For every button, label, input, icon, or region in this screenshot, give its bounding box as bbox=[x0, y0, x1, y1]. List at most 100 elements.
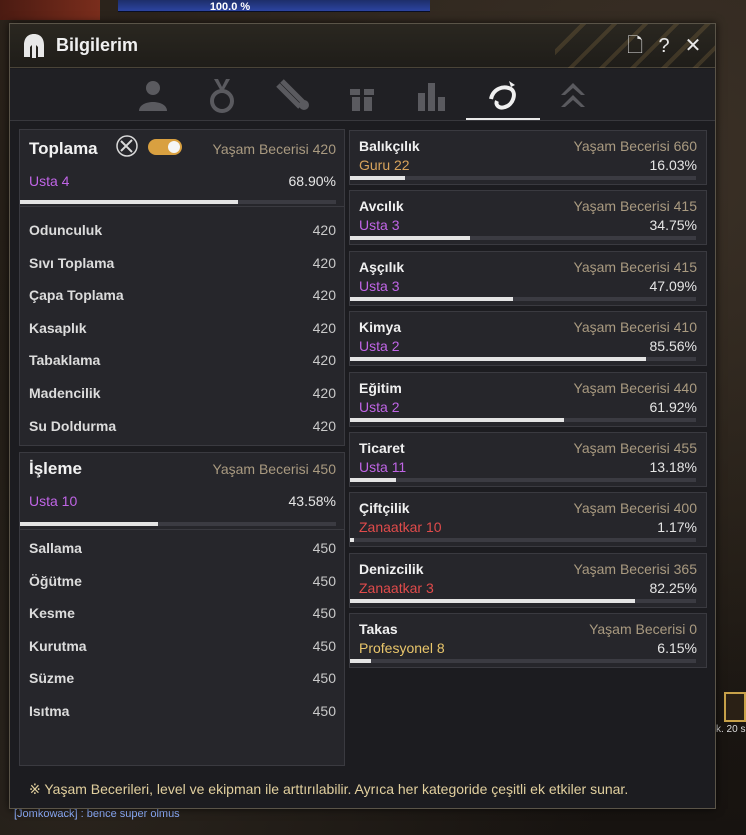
skill-progress-track bbox=[350, 236, 696, 241]
help-button[interactable]: ? bbox=[653, 34, 675, 58]
list-item[interactable]: Su Doldurma 420 bbox=[20, 413, 344, 441]
skill-progress-track bbox=[350, 538, 696, 543]
gathering-toggle[interactable] bbox=[148, 139, 182, 155]
active-tab-indicator bbox=[466, 118, 540, 120]
skill-card[interactable]: Denizcilik Zanaatkar 3 Yaşam Becerisi 365 8… bbox=[349, 552, 707, 608]
window-titlebar[interactable]: Bilgilerim 🗋 ? ✕ bbox=[10, 24, 715, 68]
tab-life-skills[interactable] bbox=[483, 75, 523, 115]
tab-rank[interactable] bbox=[553, 75, 593, 115]
list-item[interactable]: Çapa Toplama 420 bbox=[20, 282, 344, 310]
skill-progress-track bbox=[350, 478, 696, 482]
skill-progress-fill bbox=[350, 478, 396, 482]
skill-name: Çiftçilik bbox=[359, 500, 410, 517]
skill-rank-title: Guru bbox=[359, 157, 391, 173]
skill-progress-track bbox=[350, 296, 696, 301]
gathering-item-value: 420 bbox=[312, 222, 336, 238]
skill-name: Ticaret bbox=[359, 440, 405, 456]
skill-card[interactable]: Takas Profesyonel 8 Yaşam Becerisi 0 6.15% bbox=[349, 613, 707, 669]
list-item[interactable]: Odunculuk 420 bbox=[20, 217, 344, 245]
divider bbox=[20, 529, 344, 530]
close-button[interactable]: ✕ bbox=[682, 34, 704, 58]
skill-rank: Profesyonel 8 bbox=[359, 640, 445, 656]
list-item[interactable]: Isıtma 450 bbox=[20, 698, 344, 726]
list-item[interactable]: Kurutma 450 bbox=[20, 633, 344, 661]
list-item[interactable]: Madencilik 420 bbox=[20, 380, 344, 408]
skill-card[interactable]: Eğitim Usta 2 Yaşam Becerisi 440 61.92% bbox=[349, 371, 707, 427]
skill-progress-track bbox=[350, 598, 696, 603]
skill-rank-number: 10 bbox=[425, 519, 442, 536]
document-icon[interactable]: 🗋 bbox=[624, 34, 646, 58]
tab-scroll[interactable] bbox=[272, 75, 312, 115]
processing-item-value: 450 bbox=[312, 540, 336, 556]
skill-card[interactable]: Kimya Usta 2 Yaşam Becerisi 410 85.56% bbox=[349, 311, 707, 367]
skill-level-label: Yaşam Becerisi 365 bbox=[573, 560, 697, 577]
skill-percent: 82.25% bbox=[649, 579, 697, 596]
list-item[interactable]: Tabaklama 420 bbox=[20, 347, 344, 375]
skill-level-label: Yaşam Becerisi 410 bbox=[573, 319, 697, 336]
skill-rank-number: 3 bbox=[391, 217, 400, 234]
skill-level-label: Yaşam Becerisi 455 bbox=[573, 440, 697, 456]
tab-stats[interactable] bbox=[412, 75, 452, 115]
skill-progress-fill bbox=[350, 538, 355, 543]
my-info-window: Bilgilerim 🗋 ? ✕ Toplama Yaşam Becerisi … bbox=[9, 23, 716, 809]
skill-progress-track bbox=[350, 357, 696, 362]
chat-line: [Jomkowack] : bence super olmus bbox=[14, 808, 180, 820]
skill-percent: 1.17% bbox=[657, 519, 697, 536]
skill-rank: Usta 3 bbox=[359, 217, 399, 233]
gathering-title: Toplama bbox=[29, 139, 98, 158]
skill-level-label: Yaşam Becerisi 440 bbox=[573, 379, 697, 396]
skill-percent: 16.03% bbox=[649, 157, 697, 173]
processing-item-value: 450 bbox=[312, 572, 336, 589]
list-item[interactable]: Kasaplık 420 bbox=[20, 315, 344, 343]
skill-card[interactable]: Ticaret Usta 11 Yaşam Becerisi 455 13.18% bbox=[349, 432, 707, 487]
gathering-percent: 68.90% bbox=[288, 173, 336, 189]
skill-rank-title: Usta bbox=[359, 217, 388, 234]
processing-item-value: 450 bbox=[312, 637, 336, 654]
gathering-progress-track bbox=[20, 200, 336, 204]
gathering-panel: Toplama Yaşam Becerisi 420 Usta 4 68.90%… bbox=[19, 129, 345, 446]
skill-rank-number: 8 bbox=[436, 640, 445, 657]
skill-rank: Usta 2 bbox=[359, 338, 399, 354]
gathering-item-value: 420 bbox=[312, 319, 336, 336]
skill-rank: Guru 22 bbox=[359, 157, 410, 173]
skill-percent: 34.75% bbox=[649, 217, 697, 234]
skill-name: Denizcilik bbox=[359, 560, 424, 577]
gathering-item-value: 420 bbox=[312, 385, 336, 401]
gathering-item-value: 420 bbox=[312, 352, 336, 369]
tab-bar bbox=[10, 69, 715, 121]
tab-gift[interactable] bbox=[342, 75, 382, 115]
footer-note: ※ Yaşam Becerileri, level ve ekipman ile… bbox=[29, 781, 629, 797]
skill-percent: 6.15% bbox=[657, 640, 697, 657]
list-item[interactable]: Kesme 450 bbox=[20, 600, 344, 628]
list-item[interactable]: Sallama 450 bbox=[20, 535, 344, 563]
processing-progress-track bbox=[20, 522, 336, 526]
processing-title: İşleme bbox=[29, 459, 82, 478]
list-item[interactable]: Sıvı Toplama 420 bbox=[20, 250, 344, 278]
person-icon bbox=[139, 81, 167, 111]
skill-card[interactable]: Avcılık Usta 3 Yaşam Becerisi 415 34.75% bbox=[349, 190, 707, 246]
divider bbox=[20, 206, 344, 207]
double-chevron-up-icon bbox=[561, 83, 585, 107]
gathering-progress-fill bbox=[20, 200, 238, 204]
skill-percent: 61.92% bbox=[649, 398, 697, 415]
gathering-item-value: 420 bbox=[312, 417, 336, 434]
skill-card[interactable]: Aşçılık Usta 3 Yaşam Becerisi 415 47.09% bbox=[349, 250, 707, 306]
list-item[interactable]: Süzme 450 bbox=[20, 665, 344, 693]
skill-card[interactable]: Çiftçilik Zanaatkar 10 Yaşam Becerisi 400 1… bbox=[349, 492, 707, 548]
gathering-rank: Usta 4 bbox=[29, 173, 70, 189]
skill-name: Takas bbox=[359, 621, 398, 638]
skill-card[interactable]: Balıkçılık Guru 22 Yaşam Becerisi 660 16.03… bbox=[349, 130, 707, 185]
gathering-item-label: Madencilik bbox=[29, 385, 101, 401]
window-title: Bilgilerim bbox=[56, 35, 139, 55]
game-status-strip bbox=[0, 0, 100, 20]
skill-rank-number: 22 bbox=[394, 157, 410, 173]
list-item[interactable]: Öğütme 450 bbox=[20, 568, 344, 596]
skill-level-label: Yaşam Becerisi 400 bbox=[573, 500, 697, 517]
tab-medal[interactable] bbox=[202, 75, 242, 115]
skill-progress-track bbox=[350, 176, 696, 180]
skill-percent: 85.56% bbox=[649, 338, 697, 355]
quickslot[interactable] bbox=[724, 692, 746, 722]
tab-profile[interactable] bbox=[133, 75, 173, 115]
processing-rank: Usta 10 bbox=[29, 493, 78, 509]
skill-name: Kimya bbox=[359, 319, 402, 336]
